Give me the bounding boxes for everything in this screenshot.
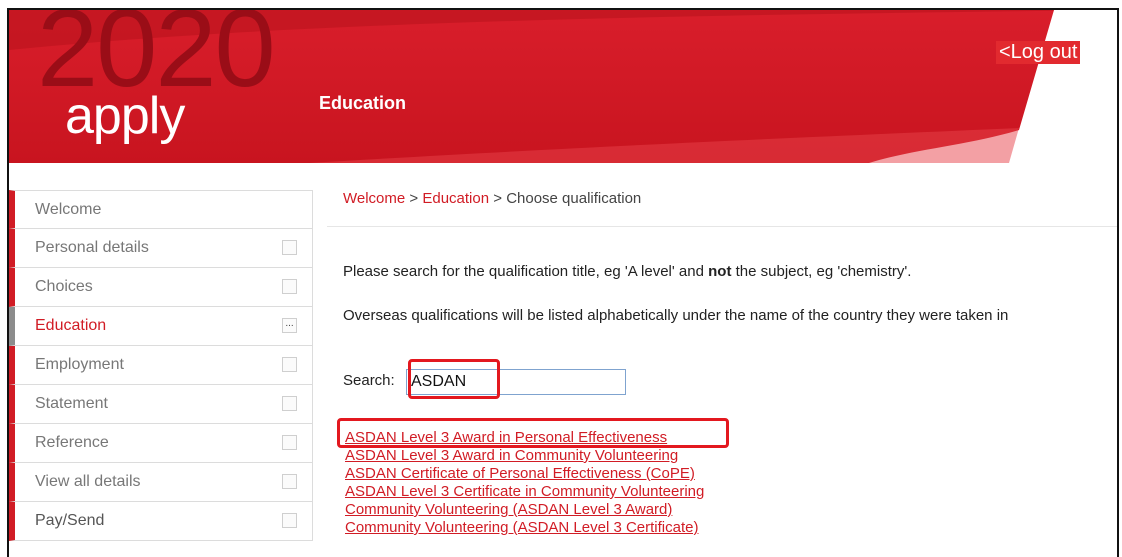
breadcrumb-separator: > <box>405 190 423 207</box>
sidebar-item-label: Education <box>35 317 107 334</box>
page-title: Education <box>319 93 407 113</box>
result-link[interactable]: Community Volunteering (ASDAN Level 3 Aw… <box>345 501 704 519</box>
status-checkbox <box>282 474 297 489</box>
instruction-text-part: Please search for the qualification titl… <box>343 263 709 280</box>
sidebar-item-welcome[interactable]: Welcome <box>9 190 313 229</box>
sidebar-item-education[interactable]: Education ... <box>9 307 313 346</box>
result-link[interactable]: ASDAN Level 3 Award in Community Volunte… <box>345 447 704 465</box>
sidebar-item-reference[interactable]: Reference <box>9 424 313 463</box>
logo-word: apply <box>65 87 185 145</box>
app-window: 2020 apply Education <Log out Welcome Pe… <box>7 8 1119 557</box>
logout-link[interactable]: <Log out <box>996 41 1081 64</box>
content-divider <box>327 226 1117 227</box>
sidebar-item-label: Welcome <box>35 201 102 218</box>
breadcrumb-current: Choose qualification <box>506 190 642 207</box>
sidebar-item-label: Employment <box>35 356 124 373</box>
overseas-note: Overseas qualifications will be listed a… <box>343 307 1009 324</box>
instruction-text-part: the subject, eg 'chemistry'. <box>731 263 912 280</box>
status-checkbox <box>282 240 297 255</box>
breadcrumb-welcome-link[interactable]: Welcome <box>343 190 405 207</box>
instruction-emphasis: not <box>708 263 732 280</box>
sidebar-item-label: View all details <box>35 473 141 490</box>
in-progress-checkbox: ... <box>282 318 297 333</box>
result-link[interactable]: Community Volunteering (ASDAN Level 3 Ce… <box>345 519 704 537</box>
result-link[interactable]: ASDAN Level 3 Certificate in Community V… <box>345 483 704 501</box>
sidebar-nav: Welcome Personal details Choices Educati… <box>9 190 313 541</box>
status-checkbox <box>282 279 297 294</box>
results-list: ASDAN Level 3 Award in Personal Effectiv… <box>345 429 704 537</box>
breadcrumb: Welcome > Education > Choose qualificati… <box>343 190 641 207</box>
sidebar-item-statement[interactable]: Statement <box>9 385 313 424</box>
breadcrumb-separator: > <box>489 190 507 207</box>
sidebar-item-view-all-details[interactable]: View all details <box>9 463 313 502</box>
sidebar-item-label: Choices <box>35 278 93 295</box>
status-checkbox <box>282 396 297 411</box>
sidebar-item-choices[interactable]: Choices <box>9 268 313 307</box>
result-link[interactable]: ASDAN Certificate of Personal Effectiven… <box>345 465 704 483</box>
sidebar-item-label: Pay/Send <box>35 512 105 529</box>
status-checkbox <box>282 435 297 450</box>
sidebar-item-personal-details[interactable]: Personal details <box>9 229 313 268</box>
result-link[interactable]: ASDAN Level 3 Award in Personal Effectiv… <box>345 429 704 447</box>
sidebar-item-pay-send[interactable]: Pay/Send <box>9 502 313 541</box>
sidebar-item-label: Personal details <box>35 239 149 256</box>
search-label: Search: <box>343 372 395 389</box>
sidebar-item-label: Statement <box>35 395 108 412</box>
header-banner: 2020 apply Education <Log out <box>9 10 1117 163</box>
search-input[interactable] <box>406 369 626 395</box>
sidebar-item-label: Reference <box>35 434 109 451</box>
status-checkbox <box>282 357 297 372</box>
instruction-text: Please search for the qualification titl… <box>343 263 911 280</box>
sidebar-item-employment[interactable]: Employment <box>9 346 313 385</box>
breadcrumb-education-link[interactable]: Education <box>422 190 489 207</box>
status-checkbox <box>282 513 297 528</box>
